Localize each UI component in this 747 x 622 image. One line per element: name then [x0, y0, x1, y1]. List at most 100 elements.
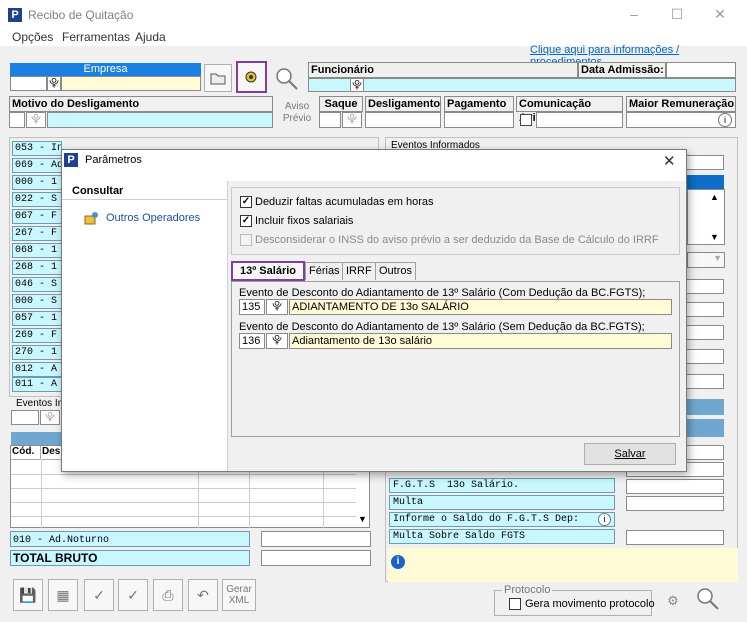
open-folder-button[interactable] [204, 64, 232, 92]
desconsiderar-inss-checkbox[interactable] [240, 234, 252, 246]
aviso-previo-button[interactable]: Aviso Prévio [280, 101, 314, 125]
parametros-button[interactable] [236, 61, 267, 93]
motivo-lookup-button[interactable]: ⯓ [26, 112, 46, 128]
window-title: Recibo de Quitação [28, 8, 134, 22]
empresa-lookup-button[interactable]: ⯓ [47, 76, 61, 91]
empresa-code-input[interactable] [10, 76, 47, 91]
dialog-close-button[interactable]: ✕ [663, 152, 676, 170]
deduzir-faltas-checkbox[interactable]: ✓ [240, 196, 252, 208]
ad-noturno-line: 010 - Ad.Noturno [10, 531, 250, 547]
settings-gear-icon [245, 71, 257, 83]
save-button[interactable]: Salvar [584, 443, 676, 465]
protocolo-label: Protocolo [502, 584, 553, 596]
data-admissao-field[interactable] [666, 62, 736, 78]
tab-irrf[interactable]: IRRF [342, 262, 376, 280]
undo-toolbar-button[interactable]: ↶ [188, 579, 218, 611]
app-logo-icon: P [8, 8, 22, 22]
left-list-item[interactable]: 270 - 1 [12, 345, 62, 360]
left-list-item[interactable]: 267 - F [12, 226, 62, 241]
saque-lookup-button[interactable]: ⯓ [342, 112, 362, 128]
outros-operadores-link[interactable]: Outros Operadores [106, 212, 200, 224]
fgts-13o-line: F.G.T.S 13o Salário. [389, 478, 615, 493]
confirm-all-toolbar-button[interactable]: ✓ [118, 579, 148, 611]
left-list-item[interactable]: 053 - Indenizações [12, 141, 62, 156]
event1-lookup-button[interactable]: ⯓ [266, 299, 288, 315]
data-admissao-label: Data Admissão: [578, 62, 666, 78]
left-list-item[interactable]: 000 - S [12, 294, 62, 309]
multa-saldo-fgts-line: Multa Sobre Saldo FGTS [389, 529, 615, 544]
saque-input[interactable] [319, 112, 341, 128]
pagamento-label: Pagamento [444, 96, 514, 112]
protocolo-search-button[interactable] [693, 584, 725, 616]
left-list-item[interactable]: 000 - 1 [12, 175, 62, 190]
funcionario-name-field [308, 78, 736, 92]
event1-code-input[interactable]: 135 [239, 299, 265, 315]
left-list-item[interactable]: 012 - A [12, 362, 62, 377]
evento-code-input[interactable] [11, 410, 39, 425]
scroll-up-icon[interactable]: ▲ [710, 192, 719, 202]
protocolo-settings-button[interactable]: ⚙ [659, 588, 687, 614]
info-icon[interactable]: i [718, 113, 732, 127]
search-employee-button[interactable] [272, 64, 304, 94]
dialog-title: Parâmetros [85, 154, 142, 166]
eventos-scrollbar[interactable]: ▲ ▼ [687, 189, 725, 245]
left-list-item[interactable]: 068 - 1 [12, 243, 62, 258]
multa-line: Multa [389, 495, 615, 510]
saque-label: Saque [319, 96, 363, 112]
col-cod-header: Cód. [11, 446, 41, 460]
total-bruto-value [261, 550, 371, 566]
desconsiderar-inss-label: Desconsiderar o INSS do aviso prévio a s… [255, 234, 659, 246]
scroll-down-icon[interactable]: ▼ [710, 232, 719, 242]
operators-icon [84, 211, 100, 225]
menu-ferramentas[interactable]: Ferramentas [62, 30, 130, 44]
comunicacao-aviso-label: Comunicação Aviso [516, 96, 623, 124]
table-scroll-down-icon[interactable]: ▼ [358, 514, 367, 524]
tab-13o-salario[interactable]: 13º Salário [231, 261, 305, 281]
maximize-button[interactable]: ☐ [667, 6, 687, 24]
left-list-item[interactable]: 268 - 1 [12, 260, 62, 275]
maior-remuneracao-label: Maior Remuneração [626, 96, 736, 112]
col-desc-header: Des [42, 446, 62, 460]
pagamento-date-field[interactable] [444, 112, 514, 128]
eventos-dropdown[interactable]: ▼ [687, 252, 725, 268]
left-list-item[interactable]: 022 - S [12, 192, 62, 207]
print-toolbar-button[interactable]: ⎙ [153, 579, 183, 611]
left-list-item[interactable]: 057 - 1 [12, 311, 62, 326]
gera-movimento-label: Gera movimento protocolo [525, 598, 655, 610]
confirm-toolbar-button[interactable]: ✓ [84, 579, 114, 611]
gera-movimento-checkbox[interactable] [509, 598, 521, 610]
sidebar-title: Consultar [72, 185, 124, 197]
fgts-13o-value [626, 479, 724, 494]
save-toolbar-button[interactable]: 💾 [13, 579, 43, 611]
event2-desc-field: Adiantamento de 13o salário [289, 333, 672, 349]
info-message-area [388, 548, 738, 582]
funcionario-lookup-button[interactable]: ⯓ [350, 78, 364, 92]
evento-lookup-button[interactable]: ⯓ [40, 410, 60, 425]
menu-ajuda[interactable]: Ajuda [135, 30, 166, 44]
left-list-item[interactable]: 046 - S [12, 277, 62, 292]
left-list-item[interactable]: 067 - F [12, 209, 62, 224]
dialog-app-icon: P [64, 153, 78, 167]
incluir-fixos-checkbox[interactable]: ✓ [240, 215, 252, 227]
left-list-item[interactable]: 011 - A [12, 377, 62, 392]
incluir-fixos-label: Incluir fixos salariais [255, 215, 354, 227]
minimize-button[interactable]: – [624, 6, 644, 24]
gerar-xml-button[interactable]: Gerar XML [222, 579, 256, 611]
comunicacao-aviso-checkbox[interactable] [520, 114, 532, 126]
motivo-code-input[interactable] [9, 112, 25, 128]
deduzir-faltas-label: Deduzir faltas acumuladas em horas [255, 196, 434, 208]
info-icon[interactable]: i [598, 513, 611, 526]
left-list-item[interactable]: 069 - Ad [12, 158, 62, 173]
calculator-toolbar-button[interactable]: ▦ [48, 579, 78, 611]
tab-ferias[interactable]: Férias [305, 262, 344, 280]
comunicacao-aviso-date-field[interactable] [536, 112, 623, 128]
tab-outros[interactable]: Outros [375, 262, 417, 280]
informe-saldo-fgts-line: Informe o Saldo do F.G.T.S Dep: [389, 512, 615, 527]
desligamento-date-field[interactable] [365, 112, 441, 128]
left-list-item[interactable]: 269 - F [12, 328, 62, 343]
event2-code-input[interactable]: 136 [239, 333, 265, 349]
event1-label: Evento de Desconto do Adiantamento de 13… [239, 287, 646, 299]
close-button[interactable]: ✕ [710, 6, 730, 24]
event2-lookup-button[interactable]: ⯓ [266, 333, 288, 349]
menu-opcoes[interactable]: Opções [12, 30, 53, 44]
